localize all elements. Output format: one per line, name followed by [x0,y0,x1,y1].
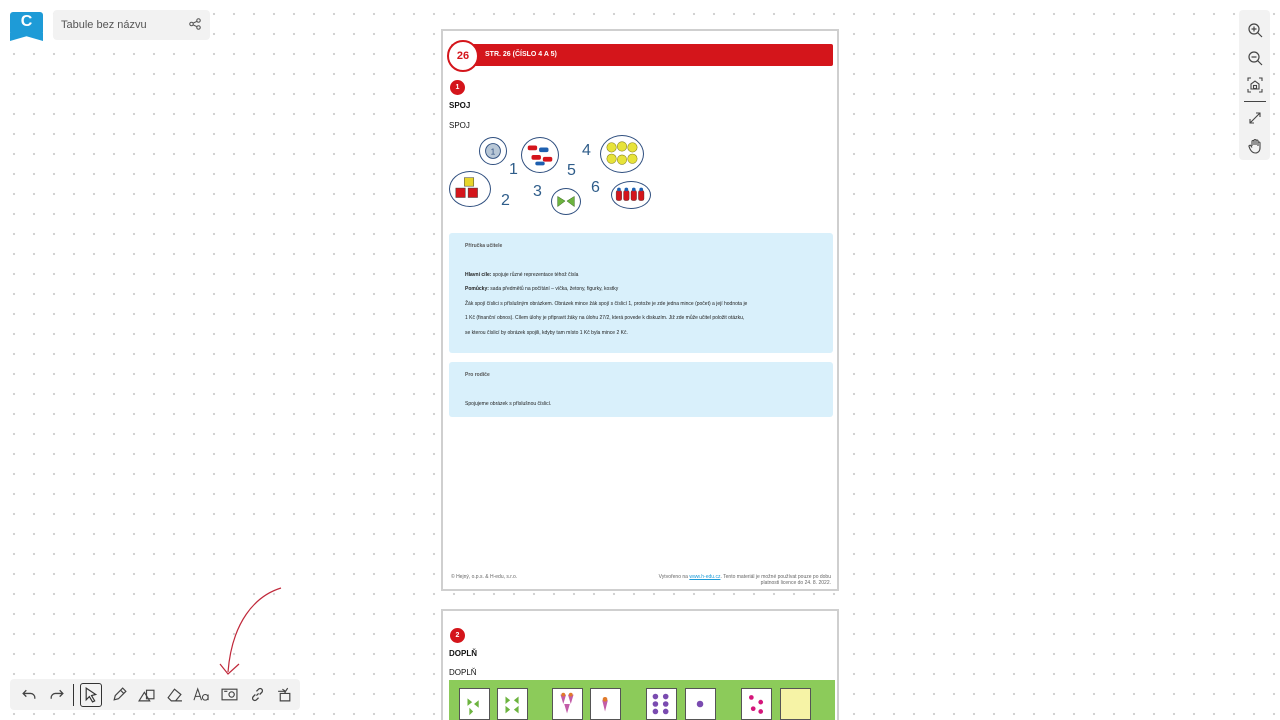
annotation-arrow-drawing[interactable] [210,582,290,682]
pen-icon[interactable] [106,682,132,708]
empty-answer-card[interactable] [780,688,811,720]
task-heading: SPOJ [449,101,471,110]
logo-letter: C [20,13,33,30]
aids-text: sada předmětů na počítání – víčka, žeton… [488,286,619,292]
cars-illustration [521,137,559,173]
task-subheading: DOPLŇ [449,668,477,677]
parent-box: Pro rodiče Spojujeme obrázek s příslušno… [449,362,833,417]
task-subheading: SPOJ [449,121,470,130]
picture-card [552,688,583,720]
footer-copyright: © Hejný, o.p.s. & H-edu, s.r.o. [451,574,518,580]
worksheet-page-27[interactable]: 2 DOPLŇ DOPLŇ [441,609,839,720]
teacher-aids: Pomůcky: sada předmětů na počítání – víč… [465,282,817,297]
cubes-illustration [449,171,491,207]
dice-card [741,688,772,720]
task-number-badge: 2 [450,628,465,643]
aids-label: Pomůcky: [465,286,489,292]
fill-in-exercise-strip [449,680,835,720]
image-icon[interactable] [217,682,243,708]
footer-prefix: Vytvořeno na [658,574,690,580]
teacher-text-line-2: 1 Kč (finanční obnos). Cílem úlohy je př… [465,315,745,321]
picture-card [497,688,528,720]
task-number-badge: 1 [450,80,465,95]
footer-license: Vytvořeno na www.h-edu.cz. Tento materiá… [659,574,831,586]
select-pointer-icon[interactable] [80,682,103,707]
digit-2: 2 [501,192,510,209]
digit-6: 6 [591,179,600,196]
redo-icon[interactable] [44,682,70,708]
zoom-out-icon[interactable] [1245,48,1265,68]
digit-5: 5 [567,162,576,179]
picture-card [685,688,716,720]
digit-3: 3 [533,183,542,200]
teacher-text-line-1: Žák spojí číslici s příslušným obrázkem.… [465,300,748,307]
page-number-badge: 26 [447,40,479,72]
footer-link[interactable]: www.h-edu.cz [689,574,720,580]
eraser-icon[interactable] [161,682,187,708]
goal-text: spojuje různé reprezentace téhož čísla [491,271,579,278]
bows-illustration [551,188,581,215]
coin-illustration: 1 [479,137,507,165]
app-logo[interactable]: C [10,12,43,35]
teacher-guide-box: Příručka učitele Hlavní cíle: spojuje rů… [449,233,833,353]
page-footer: © Hejný, o.p.s. & H-edu, s.r.o. Vytvořen… [451,574,831,586]
teacher-goal: Hlavní cíle: spojuje různé reprezentace … [465,268,817,283]
picture-card [459,688,490,720]
goal-label: Hlavní cíle: [465,271,492,278]
worksheet-page-26[interactable]: STR. 26 (ČÍSLO 4 A 5) 26 1 SPOJ SPOJ 1 1… [441,29,839,591]
fit-to-screen-icon[interactable] [1245,76,1265,96]
page-banner: STR. 26 (ČÍSLO 4 A 5) [451,44,833,66]
toolbar-divider [73,683,75,706]
link-icon[interactable] [244,682,270,708]
balls-illustration [600,135,644,173]
undo-icon[interactable] [16,682,42,708]
footer-license-date: platnosti licence do 24. 8. 2022. [760,580,831,586]
more-tools-icon[interactable] [272,682,298,708]
digit-4: 4 [582,142,591,159]
shapes-icon[interactable] [134,682,160,708]
parent-box-label: Pro rodiče [465,372,490,378]
picture-card [590,688,621,720]
text-icon[interactable] [189,682,215,708]
teacher-guide-label: Příručka učitele [465,243,503,249]
zoom-in-icon[interactable] [1245,20,1265,40]
board-title-bar[interactable]: Tabule bez názvu [53,10,210,40]
picture-card [646,688,677,720]
task-heading: DOPLŇ [449,649,477,658]
share-icon[interactable] [188,17,202,34]
fullscreen-icon[interactable] [1245,108,1265,128]
cups-illustration [611,181,651,209]
view-toolbar [1239,10,1270,160]
digit-1: 1 [509,161,518,178]
parent-box-text: Spojujeme obrázek s příslušnou číslicí. [465,400,552,407]
board-title[interactable]: Tabule bez názvu [61,19,188,31]
drawing-toolbar [10,679,300,710]
teacher-text-line-3: se kterou číslicí by obrázek spojili, kd… [465,329,628,336]
toolbar-divider [1243,101,1266,103]
svg-text:1: 1 [491,146,496,156]
hand-pan-icon[interactable] [1245,136,1265,156]
